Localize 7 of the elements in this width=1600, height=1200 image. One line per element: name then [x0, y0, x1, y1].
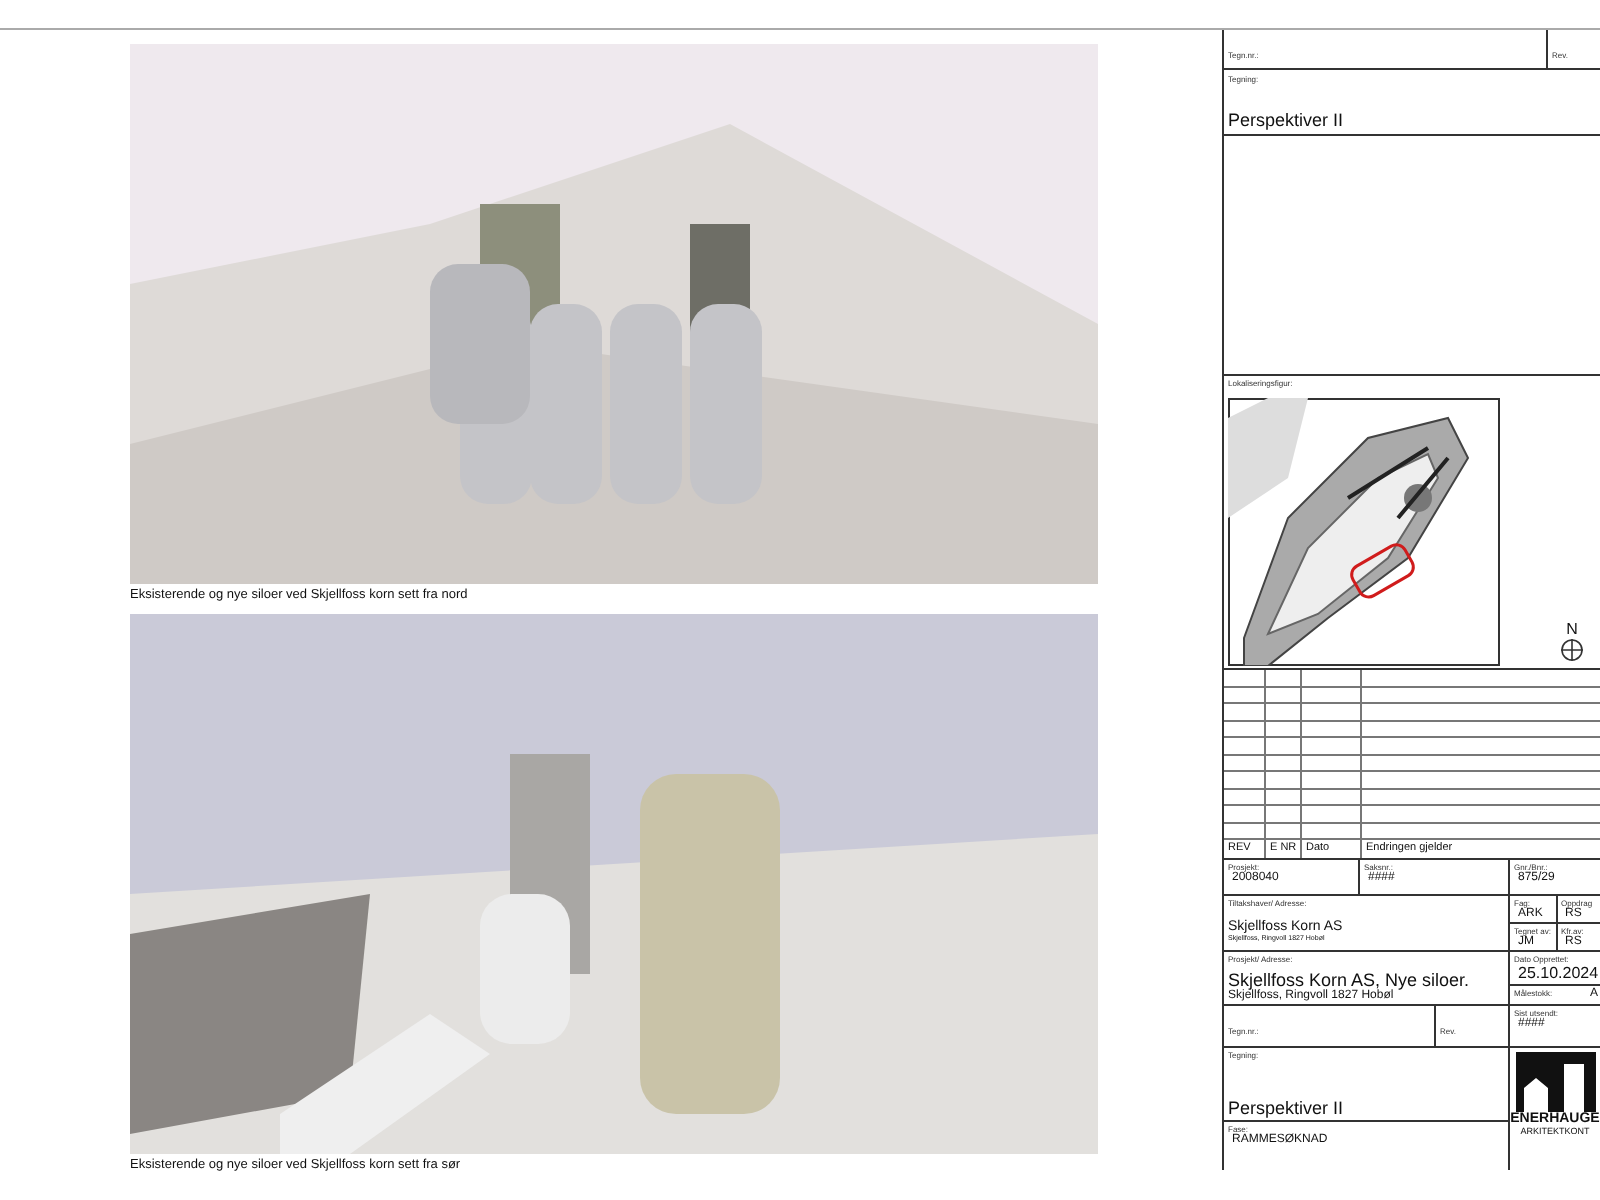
drawing-title: Perspektiver II	[1228, 1098, 1346, 1118]
drawing-title: Perspektiver II	[1228, 110, 1346, 130]
north-arrow-icon	[1560, 638, 1584, 662]
project-name: Skjellfoss Korn AS, Nye siloer.	[1228, 970, 1472, 990]
building-logo-icon	[1515, 1052, 1595, 1112]
north-label: N	[1566, 620, 1578, 638]
field-value: 25.10.2024	[1516, 964, 1599, 982]
